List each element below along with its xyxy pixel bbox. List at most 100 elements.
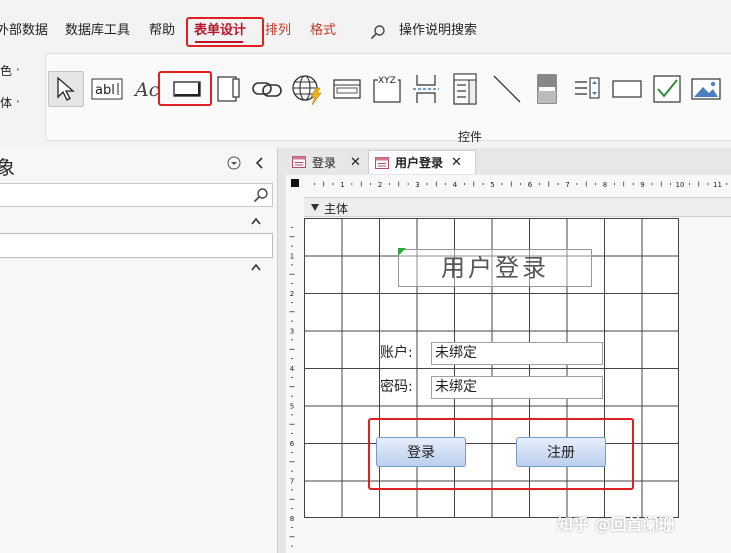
form-icon	[292, 156, 306, 168]
hyperlink-tool[interactable]	[249, 71, 285, 107]
link-icon	[252, 82, 282, 97]
highlight-box-button-tool	[158, 71, 212, 106]
tab-format[interactable]: 格式	[310, 20, 336, 42]
ruler-number: 7	[565, 181, 569, 189]
access-window: 外部数据 数据库工具 帮助 表单设计 排列 格式 操作说明搜索 色 ˅ 体 ˅	[0, 0, 731, 553]
web-browser-tool[interactable]	[289, 71, 325, 107]
pointer-icon	[57, 76, 75, 101]
tab-user-login[interactable]: 用户登录 ✕	[368, 150, 476, 174]
detail-section-bar[interactable]: 主体	[304, 197, 731, 217]
image-icon	[691, 78, 721, 100]
toggle-button-tool[interactable]	[529, 71, 565, 107]
tab-login-label: 登录	[312, 155, 337, 170]
close-icon[interactable]: ✕	[451, 155, 462, 170]
search-icon[interactable]	[253, 187, 269, 203]
ruler-number: 3	[415, 181, 419, 189]
page-break-icon	[413, 75, 439, 103]
tab-database-tools[interactable]: 数据库工具	[65, 20, 130, 42]
highlight-box-buttons	[368, 418, 634, 490]
tab-arrange[interactable]: 排列	[265, 20, 291, 42]
tab-login[interactable]: 登录 ✕	[286, 150, 366, 174]
ruler-number: 4	[290, 365, 295, 373]
watermark-text: 知乎 @回首阑珊	[557, 515, 675, 534]
nav-object-item[interactable]	[0, 233, 273, 258]
chevron-down-icon: ˅	[15, 100, 20, 109]
selection-marker	[398, 248, 406, 256]
option-group-icon-text: XYZ	[378, 76, 396, 86]
globe-icon	[292, 75, 322, 106]
ruler-number: 8	[603, 181, 607, 189]
list-box-icon	[575, 77, 600, 99]
ribbon-tab-bar: 外部数据 数据库工具 帮助 表单设计 排列 格式 操作说明搜索	[0, 0, 731, 50]
navigation-tool[interactable]	[329, 71, 365, 107]
vertical-ruler: 1 2 3 4 5 6 7 8	[286, 218, 304, 553]
ruler-number: 3	[290, 328, 294, 336]
navigation-pane: 象	[0, 148, 278, 553]
form-title-label[interactable]: 用户登录	[398, 249, 592, 287]
ruler-number: 9	[640, 181, 644, 189]
ruler-number: 7	[290, 478, 294, 486]
search-icon[interactable]	[370, 24, 386, 40]
nav-search-input[interactable]	[0, 183, 273, 207]
page-break-tool[interactable]	[408, 71, 444, 107]
ruler-number: 10	[676, 181, 685, 189]
chevron-left-icon[interactable]	[254, 156, 266, 170]
textbox-icon: abl	[91, 78, 123, 100]
ruler-number: 5	[490, 181, 494, 189]
ruler-number: 1	[340, 181, 344, 189]
ruler-number: 6	[528, 181, 533, 189]
ruler-number: 1	[290, 253, 294, 261]
line-tool[interactable]	[489, 71, 525, 107]
account-label[interactable]: 账户:	[380, 343, 413, 363]
tab-control-tool[interactable]	[209, 71, 245, 107]
ruler-number: 2	[378, 181, 382, 189]
chevron-up-icon[interactable]	[250, 216, 262, 226]
rectangle-tool[interactable]	[609, 71, 645, 107]
down-arrow-icon	[311, 204, 319, 211]
option-group-tool[interactable]: XYZ	[369, 71, 405, 107]
tab-external-data[interactable]: 外部数据	[0, 20, 48, 42]
form-selector[interactable]	[291, 179, 299, 187]
textbox-tool[interactable]: abl	[89, 71, 125, 107]
password-field[interactable]: 未绑定	[431, 376, 603, 399]
ruler-number: 5	[290, 403, 294, 411]
ribbon-left-item-2[interactable]: 体 ˅	[0, 94, 20, 111]
ribbon-left-item-2-label: 体	[0, 96, 13, 110]
option-group-icon: XYZ	[373, 74, 401, 103]
ruler-number: 8	[290, 515, 294, 523]
circle-chevron-down-icon[interactable]	[227, 156, 241, 170]
tell-me-search[interactable]: 操作说明搜索	[399, 20, 477, 42]
rectangle-icon	[612, 80, 642, 98]
textbox-icon-text: abl	[95, 83, 115, 98]
horizontal-ruler: 1 2 3 4 5 6 7 8 9 10 11	[305, 176, 731, 192]
line-icon	[493, 75, 521, 103]
checkbox-tool[interactable]	[649, 71, 685, 107]
ruler-number: 6	[290, 440, 295, 448]
tab-help[interactable]: 帮助	[149, 20, 175, 42]
form-icon	[375, 156, 389, 169]
navigation-control-icon	[333, 79, 361, 99]
account-field[interactable]: 未绑定	[431, 342, 603, 365]
ribbon-left-item-1[interactable]: 色 ˅	[0, 62, 20, 79]
tab-control-icon	[217, 76, 240, 102]
close-icon[interactable]: ✕	[350, 155, 361, 170]
ribbon: 色 ˅ 体 ˅ abl Ac XYZ 控件	[0, 50, 731, 148]
select-tool[interactable]	[48, 71, 84, 107]
ruler-number: 4	[453, 181, 458, 189]
combo-box-icon	[453, 73, 477, 105]
chevron-up-icon[interactable]	[250, 262, 262, 272]
checkbox-icon	[653, 75, 681, 103]
controls-group-label: 控件	[458, 130, 483, 144]
list-box-tool[interactable]	[569, 71, 605, 107]
label-icon-text: Ac	[133, 79, 160, 101]
highlight-box-form-design	[186, 17, 264, 47]
combo-box-tool[interactable]	[447, 71, 483, 107]
toggle-icon	[537, 74, 557, 104]
form-grid-outside	[680, 218, 731, 553]
ribbon-left-item-1-label: 色	[0, 64, 13, 78]
tab-user-login-label: 用户登录	[395, 156, 444, 170]
ruler-number: 11	[713, 181, 722, 189]
ruler-number: 2	[290, 290, 294, 298]
password-label[interactable]: 密码:	[380, 377, 413, 397]
image-tool[interactable]	[688, 71, 724, 107]
